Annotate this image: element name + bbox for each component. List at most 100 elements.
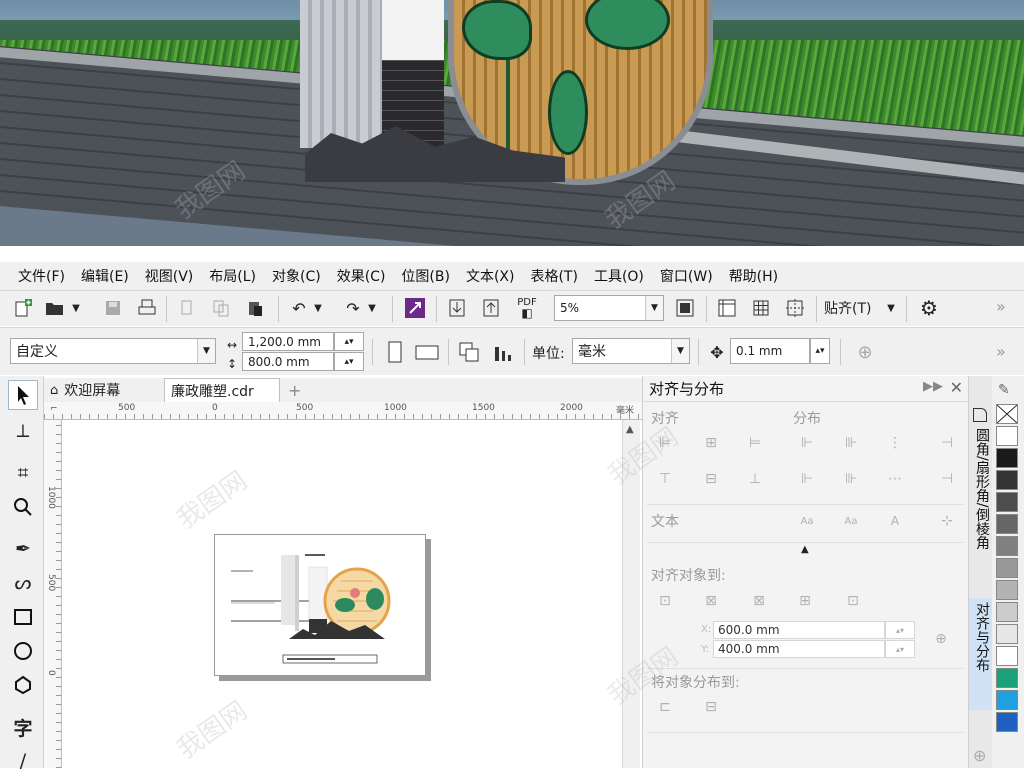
add-docker-icon[interactable]: ⊕ [973, 746, 986, 765]
shape-tool-icon[interactable]: ⟂ [8, 416, 38, 446]
color-swatch[interactable] [996, 426, 1018, 446]
paste-icon[interactable] [240, 294, 270, 322]
color-swatch[interactable] [996, 624, 1018, 644]
no-color-swatch[interactable] [996, 404, 1018, 424]
menu-effects[interactable]: 效果(C) [331, 266, 396, 286]
menu-table[interactable]: 表格(T) [524, 266, 587, 286]
align-to-page-edge-icon[interactable]: ⊠ [699, 590, 723, 612]
copy-icon[interactable] [206, 294, 236, 322]
current-page-icon[interactable] [488, 338, 518, 366]
eyedropper-icon[interactable]: ✎ [998, 382, 1010, 398]
new-document-icon[interactable] [8, 294, 38, 322]
align-to-page-center-icon[interactable]: ⊠ [747, 590, 771, 612]
menu-window[interactable]: 窗口(W) [654, 266, 723, 286]
align-top-icon[interactable]: ⊤ [653, 468, 677, 490]
portrait-icon[interactable] [380, 338, 410, 366]
color-swatch[interactable] [996, 646, 1018, 666]
color-swatch[interactable] [996, 536, 1018, 556]
side-tab-align[interactable]: 对齐与分布 [972, 602, 992, 672]
add-preset-icon[interactable]: ⊕ [850, 338, 880, 366]
cut-icon[interactable] [172, 294, 202, 322]
horizontal-ruler[interactable]: ⌐ 500 0 500 1000 1500 2000 毫米 [44, 402, 642, 420]
color-swatch[interactable] [996, 602, 1018, 622]
align-right-icon[interactable]: ⊨ [743, 432, 767, 454]
document-page[interactable] [214, 534, 426, 676]
ruler-corner-icon[interactable]: ⌐ [50, 404, 58, 414]
landscape-icon[interactable] [412, 338, 442, 366]
align-to-point-icon[interactable]: ⊡ [841, 590, 865, 612]
side-tab-fillet[interactable]: 圆角/扇形角/倒棱角 [972, 428, 992, 549]
width-spinner[interactable]: ▴▾ [334, 332, 364, 351]
chevron-down-icon[interactable]: ▼ [364, 294, 380, 322]
text-outline-icon[interactable]: ⊹ [935, 510, 959, 532]
chevron-down-icon[interactable]: ▼ [197, 339, 215, 363]
text-first-baseline-icon[interactable]: Aa [795, 510, 819, 532]
align-bottom-icon[interactable]: ⊥ [743, 468, 767, 490]
distribute-spacing-v-icon[interactable]: ⋯ [883, 468, 907, 490]
toolbar-overflow-icon[interactable]: » [996, 342, 1006, 361]
gear-icon[interactable]: ⚙ [914, 294, 944, 322]
expand-arrow-icon[interactable]: ▲ [801, 544, 809, 555]
menu-file[interactable]: 文件(F) [12, 266, 75, 286]
nudge-spinner[interactable]: ▴▾ [810, 338, 830, 364]
vertical-ruler[interactable]: 1000 500 0 [44, 420, 62, 768]
print-icon[interactable] [132, 294, 162, 322]
align-center-h-icon[interactable]: ⊞ [699, 432, 723, 454]
color-swatch[interactable] [996, 558, 1018, 578]
align-to-grid-icon[interactable]: ⊞ [793, 590, 817, 612]
tab-welcome[interactable]: ⌂ 欢迎屏幕 [44, 378, 162, 402]
menu-tools[interactable]: 工具(O) [588, 266, 654, 286]
zoom-level-select[interactable]: 5% ▼ [554, 295, 664, 321]
distribute-to-page-icon[interactable]: ⊟ [699, 696, 723, 718]
color-swatch[interactable] [996, 580, 1018, 600]
y-position-input[interactable]: 400.0 mm [713, 640, 885, 658]
scroll-up-icon[interactable]: ▲ [626, 424, 634, 435]
distribute-spacing-h-icon[interactable]: ⋮ [883, 432, 907, 454]
pen-tool-icon[interactable]: ✒ [8, 534, 38, 564]
toolbar-overflow-icon[interactable]: » [996, 297, 1006, 316]
pick-tool-icon[interactable] [8, 380, 38, 410]
menu-object[interactable]: 对象(C) [266, 266, 331, 286]
chevron-down-icon[interactable]: ▼ [882, 294, 900, 322]
show-grid-icon[interactable] [746, 294, 776, 322]
menu-text[interactable]: 文本(X) [460, 266, 525, 286]
save-icon[interactable] [98, 294, 128, 322]
menu-view[interactable]: 视图(V) [139, 266, 204, 286]
close-icon[interactable]: ✕ [950, 378, 963, 397]
all-pages-icon[interactable] [454, 338, 484, 366]
anchor-point-icon[interactable]: ⊕ [929, 628, 953, 650]
menu-layout[interactable]: 布局(L) [203, 266, 266, 286]
x-spinner[interactable]: ▴▾ [885, 621, 915, 639]
full-screen-preview-icon[interactable] [670, 294, 700, 322]
distribute-center-v-icon[interactable]: ⊪ [839, 468, 863, 490]
x-position-input[interactable]: 600.0 mm [713, 621, 885, 639]
new-tab-button[interactable]: + [282, 378, 302, 402]
rectangle-tool-icon[interactable] [8, 602, 38, 632]
publish-pdf-icon[interactable]: PDF ◧ [512, 294, 542, 322]
show-guidelines-icon[interactable] [780, 294, 810, 322]
text-tool-icon[interactable]: 字 [8, 712, 38, 742]
color-swatch[interactable] [996, 492, 1018, 512]
color-swatch[interactable] [996, 712, 1018, 732]
snap-to-dropdown[interactable]: 贴齐(T) [824, 294, 884, 322]
align-center-v-icon[interactable]: ⊟ [699, 468, 723, 490]
chevron-down-icon[interactable]: ▼ [310, 294, 326, 322]
tab-document[interactable]: 廉政雕塑.cdr [164, 378, 280, 402]
color-swatch[interactable] [996, 690, 1018, 710]
menu-help[interactable]: 帮助(H) [723, 266, 788, 286]
align-to-active-icon[interactable]: ⊡ [653, 590, 677, 612]
distribute-right-icon[interactable]: ⊣ [935, 432, 959, 454]
menu-edit[interactable]: 编辑(E) [75, 266, 139, 286]
open-folder-icon[interactable] [40, 294, 70, 322]
text-bounding-box-icon[interactable]: A [883, 510, 907, 532]
line-tool-icon[interactable]: / [8, 746, 38, 776]
distribute-top-icon[interactable]: ⊩ [795, 468, 819, 490]
color-swatch[interactable] [996, 514, 1018, 534]
page-height-input[interactable]: 800.0 mm [242, 352, 334, 371]
show-rulers-icon[interactable] [712, 294, 742, 322]
menu-bitmaps[interactable]: 位图(B) [395, 266, 460, 286]
chevron-down-icon[interactable]: ▼ [671, 339, 689, 363]
zoom-tool-icon[interactable] [8, 492, 38, 522]
nudge-distance-input[interactable]: 0.1 mm [730, 338, 810, 364]
text-last-baseline-icon[interactable]: Aa [839, 510, 863, 532]
